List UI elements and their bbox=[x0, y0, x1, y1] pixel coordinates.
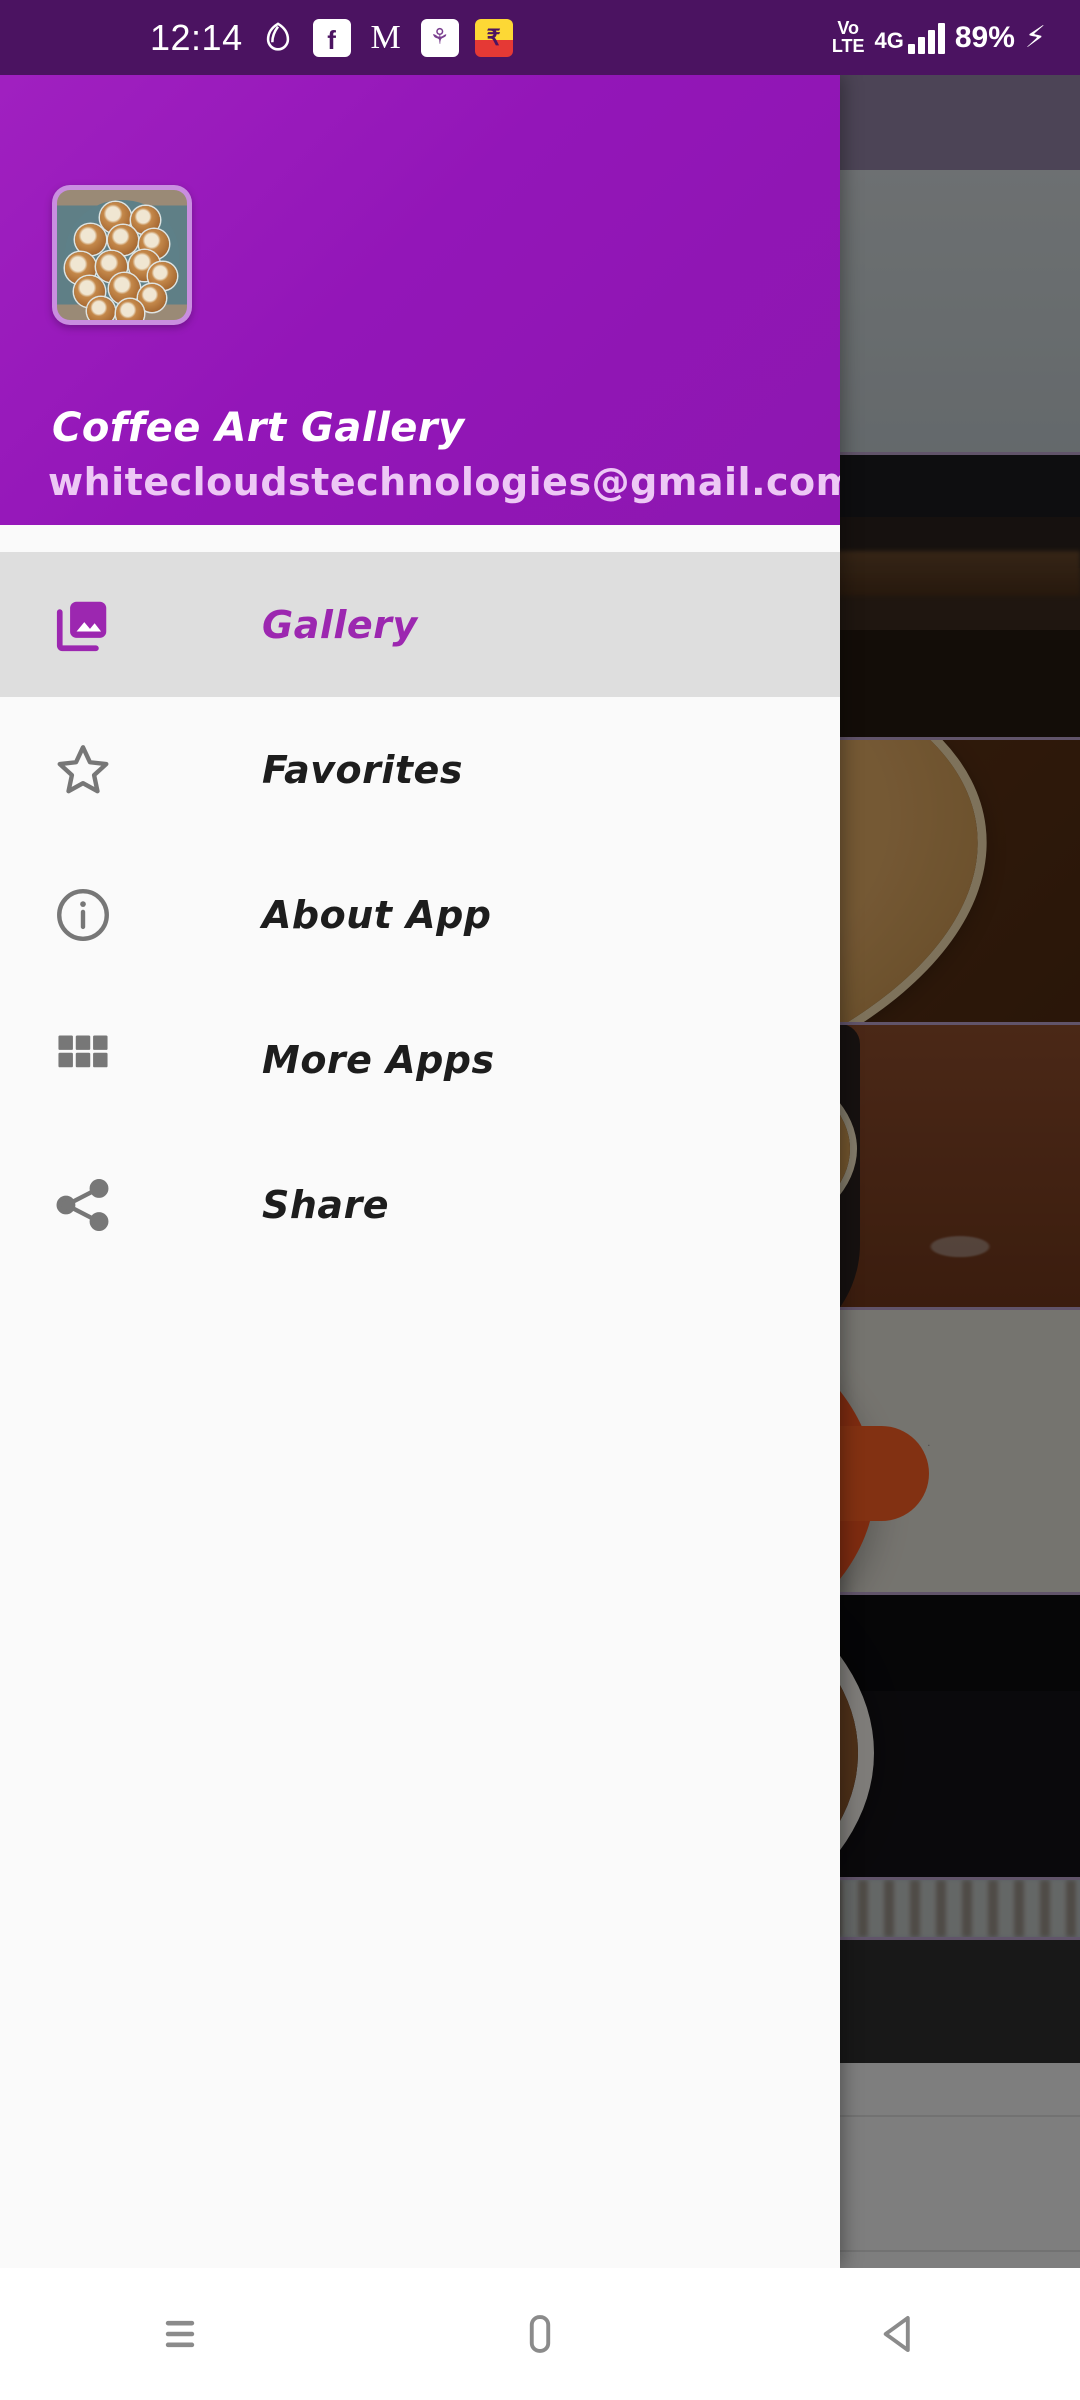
leaf-notification-icon bbox=[259, 19, 297, 57]
grid-apps-icon bbox=[52, 1029, 144, 1091]
recents-button[interactable] bbox=[0, 2268, 360, 2400]
network-type-label: 4G bbox=[874, 27, 904, 53]
sidebar-item-label: Share bbox=[262, 1182, 390, 1227]
sidebar-item-about-app[interactable]: About App bbox=[0, 842, 840, 987]
home-button[interactable] bbox=[360, 2268, 720, 2400]
volte-indicator: Vo LTE bbox=[831, 18, 865, 56]
sidebar-item-label: Favorites bbox=[262, 747, 463, 792]
network-indicator: 4G bbox=[875, 22, 945, 54]
developer-email: whitecloudstechnologies@gmail.com bbox=[48, 460, 840, 504]
charging-bolt-icon: ⚡ bbox=[1024, 20, 1046, 55]
app-title: Coffee Art Gallery bbox=[52, 405, 465, 451]
facebook-notification-icon: f bbox=[312, 18, 351, 57]
status-bar: 12:14 f M ⚘ ₹ Vo LTE 4G 89% ⚡ bbox=[0, 0, 1080, 75]
rupee-sale-notification-icon: ₹ bbox=[474, 18, 513, 57]
sidebar-item-label: More Apps bbox=[262, 1037, 495, 1082]
drawer-header: Coffee Art Gallery whitecloudstechnologi… bbox=[0, 75, 840, 525]
sidebar-item-gallery[interactable]: Gallery bbox=[0, 552, 840, 697]
sidebar-item-favorites[interactable]: Favorites bbox=[0, 697, 840, 842]
battery-percent: 89% bbox=[954, 20, 1015, 54]
star-outline-icon bbox=[52, 739, 144, 801]
signal-bars-icon bbox=[907, 22, 945, 54]
status-bar-clock: 12:14 bbox=[150, 16, 243, 58]
tree-app-notification-icon: ⚘ bbox=[420, 18, 459, 57]
system-navigation-bar bbox=[0, 2268, 1080, 2400]
info-circle-icon bbox=[52, 884, 144, 946]
gmail-notification-icon: M bbox=[370, 18, 401, 56]
sidebar-item-label: Gallery bbox=[262, 602, 418, 647]
sidebar-item-label: About App bbox=[262, 892, 492, 937]
sidebar-item-share[interactable]: Share bbox=[0, 1132, 840, 1277]
phone-screen: OPEN 12:14 f M ⚘ ₹ Vo LTE bbox=[0, 0, 1080, 2400]
share-nodes-icon bbox=[52, 1174, 144, 1236]
photo-library-icon bbox=[52, 594, 144, 656]
back-button[interactable] bbox=[720, 2268, 1080, 2400]
drawer-menu: Gallery Favorites About App More Apps Sh… bbox=[0, 525, 840, 1277]
sidebar-item-more-apps[interactable]: More Apps bbox=[0, 987, 840, 1132]
navigation-drawer: Coffee Art Gallery whitecloudstechnologi… bbox=[0, 75, 840, 2268]
app-icon-coffee-cups bbox=[52, 185, 192, 325]
